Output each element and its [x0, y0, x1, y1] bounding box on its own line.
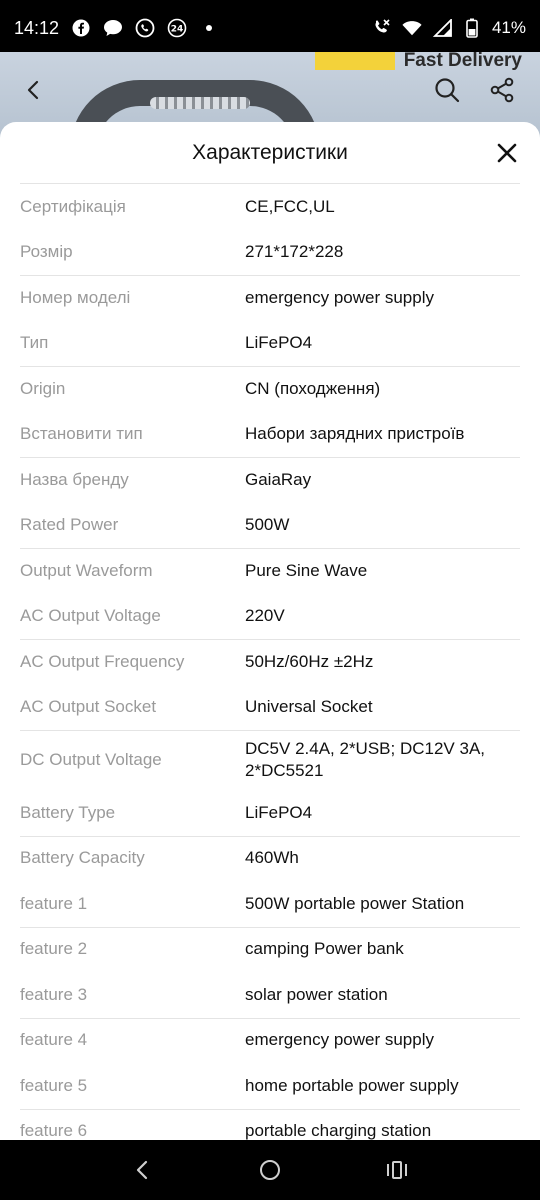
spec-row: Origin CN (походження)	[0, 366, 540, 412]
status-bar: 14:12 24 41%	[0, 0, 540, 56]
spec-row: Номер моделі emergency power supply	[0, 275, 540, 321]
battery-icon	[462, 18, 482, 38]
system-nav-bar	[0, 1140, 540, 1200]
spec-row: feature 4 emergency power supply	[0, 1018, 540, 1064]
spec-row: feature 6 portable charging station	[0, 1109, 540, 1140]
spec-row: Назва бренду GaiaRay	[0, 457, 540, 503]
spec-row: Battery Type LiFePO4	[0, 790, 540, 836]
spec-value: 500W portable power Station	[245, 893, 465, 913]
spec-label: Battery Capacity	[20, 848, 145, 868]
promo-banner-strip	[315, 52, 395, 70]
close-icon	[497, 143, 517, 163]
home-icon	[259, 1160, 280, 1180]
spec-value: emergency power supply	[245, 1030, 434, 1050]
spec-value: LiFePO4	[245, 333, 313, 353]
spec-value: 500W	[245, 515, 290, 535]
spec-label: DC Output Voltage	[20, 750, 162, 769]
spec-value: emergency power supply	[245, 287, 434, 307]
back-button[interactable]	[14, 70, 54, 110]
spec-row: AC Output Frequency 50Hz/60Hz ±2Hz	[0, 639, 540, 685]
spec-value: 460Wh	[245, 848, 299, 868]
spec-row: feature 1 500W portable power Station	[0, 881, 540, 927]
call-icon	[372, 18, 392, 38]
recents-icon	[386, 1161, 407, 1179]
spec-label: feature 4	[20, 1030, 88, 1050]
status-time: 14:12	[14, 17, 60, 38]
spec-value: home portable power supply	[245, 1075, 459, 1095]
spec-label: AC Output Socket	[20, 697, 157, 717]
sheet-header: Характеристики	[0, 122, 540, 184]
24-icon: 24	[167, 18, 187, 38]
spec-value: 220V	[245, 606, 285, 626]
spec-label: feature 2	[20, 939, 88, 959]
search-icon	[435, 78, 460, 103]
chat-icon	[103, 18, 123, 38]
spec-value: CE,FCC,UL	[245, 196, 335, 216]
spec-value: 271*172*228	[245, 242, 344, 262]
chevron-left-icon	[27, 80, 39, 100]
spec-label: feature 1	[20, 893, 88, 913]
spec-value: CN (походження)	[245, 378, 381, 398]
spec-value: camping Power bank	[245, 939, 404, 959]
spec-label: Назва бренду	[20, 469, 129, 489]
product-grip-image	[150, 97, 250, 109]
spec-row: Сертифікація CE,FCC,UL	[0, 184, 540, 230]
svg-text:24: 24	[171, 25, 184, 35]
spec-row: Rated Power 500W	[0, 503, 540, 549]
facebook-icon	[71, 18, 91, 38]
spec-row: feature 2 camping Power bank	[0, 927, 540, 973]
share-button[interactable]	[482, 70, 522, 110]
nav-recents-button[interactable]	[375, 1148, 419, 1192]
spec-row: feature 3 solar power station	[0, 972, 540, 1018]
spec-row: DC Output Voltage DC5V 2.4A, 2*USB; DC12V…	[0, 730, 540, 790]
spec-value: GaiaRay	[245, 469, 312, 489]
spec-value: portable charging station	[245, 1121, 432, 1140]
spec-value: Pure Sine Wave	[245, 560, 368, 580]
spec-value: DC5V 2.4A, 2*USB; DC12V 3A, 2*DC5521	[245, 739, 486, 780]
close-button[interactable]	[490, 136, 524, 170]
spec-label: Output Waveform	[20, 560, 153, 580]
nav-back-button[interactable]	[121, 1148, 165, 1192]
spec-row: Встановити тип Набори зарядних пристроїв	[0, 412, 540, 458]
spec-row: Output Waveform Pure Sine Wave	[0, 548, 540, 594]
battery-percent: 41%	[491, 18, 526, 37]
spec-label: Сертифікація	[20, 196, 126, 216]
spec-row: Battery Capacity 460Wh	[0, 836, 540, 882]
search-button[interactable]	[427, 70, 467, 110]
spec-label: feature 5	[20, 1075, 88, 1095]
spec-row: Тип LiFePO4	[0, 321, 540, 367]
spec-label: Розмір	[20, 242, 73, 262]
spec-value: Universal Socket	[245, 697, 373, 717]
spec-label: Номер моделі	[20, 287, 131, 307]
spec-value: solar power station	[245, 984, 388, 1004]
share-icon	[490, 77, 514, 103]
spec-label: Battery Type	[20, 802, 116, 822]
spec-row: AC Output Socket Universal Socket	[0, 685, 540, 731]
spec-value: 50Hz/60Hz ±2Hz	[245, 651, 374, 671]
spec-label: AC Output Voltage	[20, 606, 161, 626]
characteristics-sheet: Характеристики Сертифікація CE,FCC,UL Розм…	[0, 122, 540, 1140]
nav-home-button[interactable]	[248, 1148, 292, 1192]
spec-row: feature 5 home portable power supply	[0, 1063, 540, 1109]
spec-label: Origin	[20, 378, 66, 398]
spec-row: AC Output Voltage 220V	[0, 594, 540, 640]
spec-label: Тип	[20, 333, 49, 353]
spec-label: Rated Power	[20, 515, 119, 535]
signal-icon	[432, 18, 452, 38]
spec-label: feature 3	[20, 984, 88, 1004]
spec-label: feature 6	[20, 1121, 88, 1140]
spec-row: Розмір 271*172*228	[0, 230, 540, 276]
spec-value: Набори зарядних пристроїв	[245, 424, 465, 444]
spec-value: LiFePO4	[245, 802, 313, 822]
dot-icon	[199, 18, 219, 38]
spec-label: AC Output Frequency	[20, 651, 185, 671]
banner-text: Fast Delivery	[403, 52, 522, 71]
back-icon	[137, 1160, 148, 1180]
wifi-icon	[402, 18, 422, 38]
spec-label: Встановити тип	[20, 424, 143, 444]
viber-icon	[135, 18, 155, 38]
sheet-title: Характеристики	[192, 141, 348, 164]
